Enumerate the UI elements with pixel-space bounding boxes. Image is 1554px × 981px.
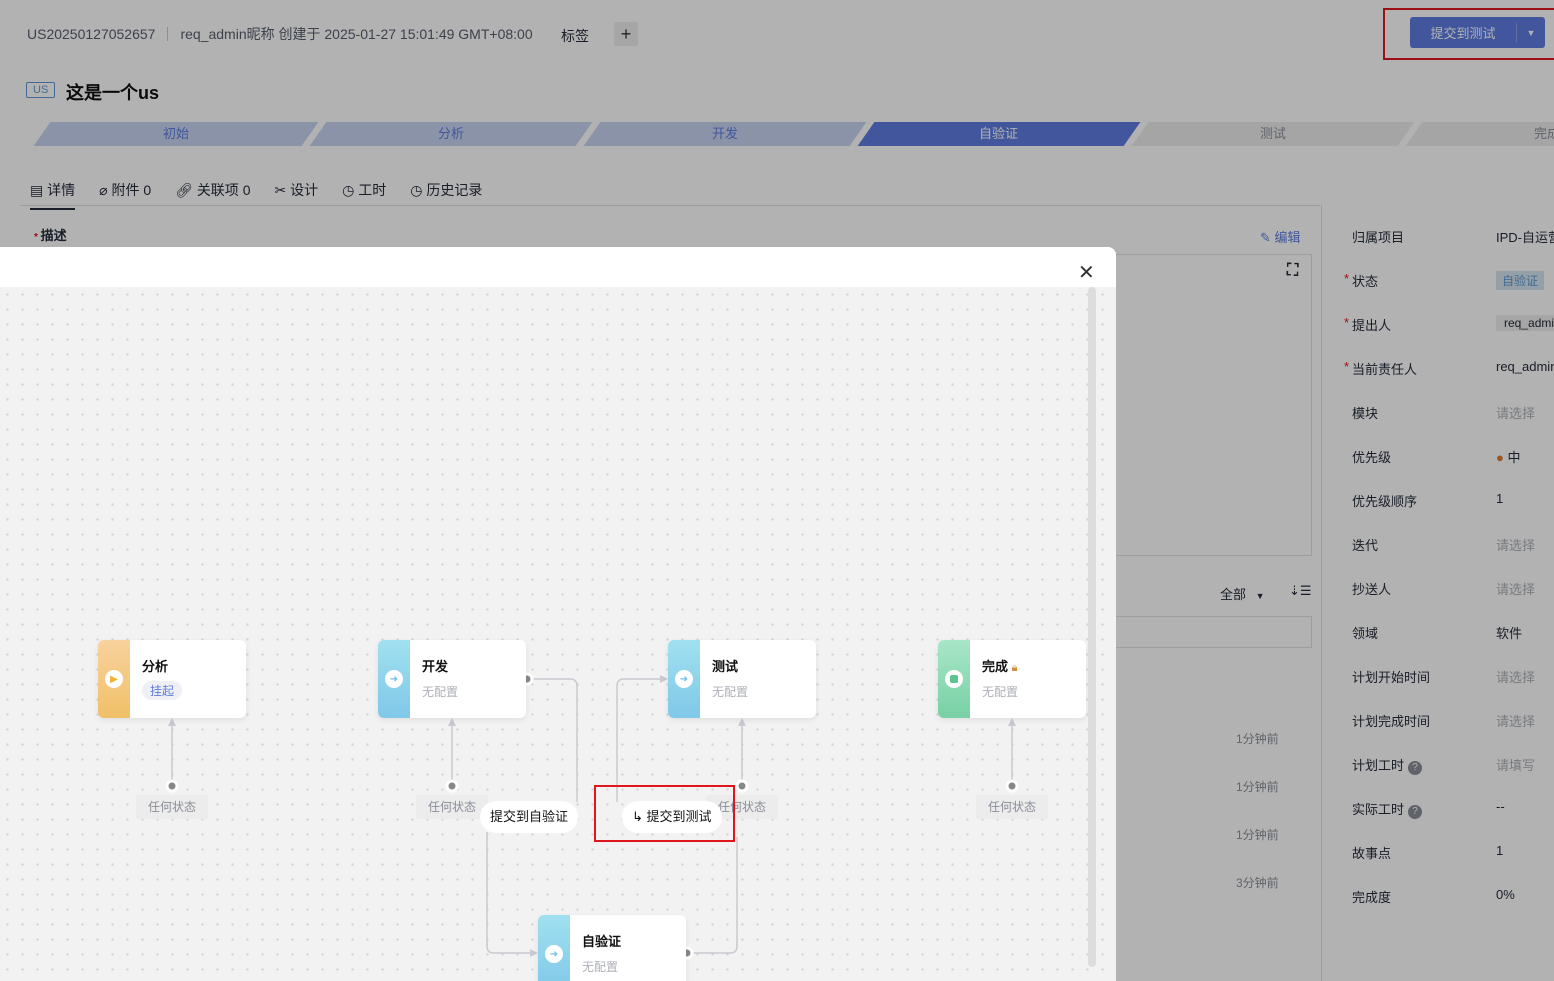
workflow-canvas[interactable]: 任何状态 任何状态 任何状态 任何状态 ▶ 分析 挂起 ➜ 开发 无配置 ➜ 测试无… [0, 287, 1116, 981]
close-icon[interactable]: ✕ [1078, 263, 1095, 283]
play-icon: ▶ [105, 670, 123, 688]
edge-dev-selfverify-b [486, 832, 532, 954]
any-state-node[interactable]: 任何状态 [416, 795, 488, 819]
status-chip: 挂起 [142, 681, 183, 700]
edge-selfverify-test-a [687, 837, 738, 954]
arrow-right-icon: ➜ [675, 670, 693, 688]
edge-dev-selfverify-a [527, 678, 578, 802]
any-state-node[interactable]: 任何状态 [976, 795, 1048, 819]
arrow-right-icon: ➜ [385, 670, 403, 688]
stop-icon [945, 670, 963, 688]
lock-icon: 🔒︎ [1011, 662, 1018, 674]
state-node-selfverify[interactable]: ➜ 自验证 无配置 [538, 915, 686, 981]
arrow-right-icon: ➜ [545, 945, 563, 963]
state-node-done[interactable]: 完成 🔒︎ 无配置 [938, 640, 1086, 718]
any-state-node[interactable]: 任何状态 [136, 795, 208, 819]
workflow-edges [165, 672, 1019, 960]
workflow-modal: ✕ 任何状态 任何状态 任何状态 任何状态 ▶ 分析 挂起 ➜ 开发 无配置 ➜ 测… [0, 247, 1116, 981]
highlight-box [594, 785, 735, 842]
scrollbar[interactable] [1088, 287, 1096, 967]
state-node-dev[interactable]: ➜ 开发 无配置 [378, 640, 526, 718]
state-node-analysis[interactable]: ▶ 分析 挂起 [98, 640, 246, 718]
edge-selfverify-test-b [616, 678, 662, 802]
transition-submit-selfverify[interactable]: 提交到自验证 [480, 801, 579, 833]
state-node-test[interactable]: ➜ 测试 无配置 [668, 640, 816, 718]
